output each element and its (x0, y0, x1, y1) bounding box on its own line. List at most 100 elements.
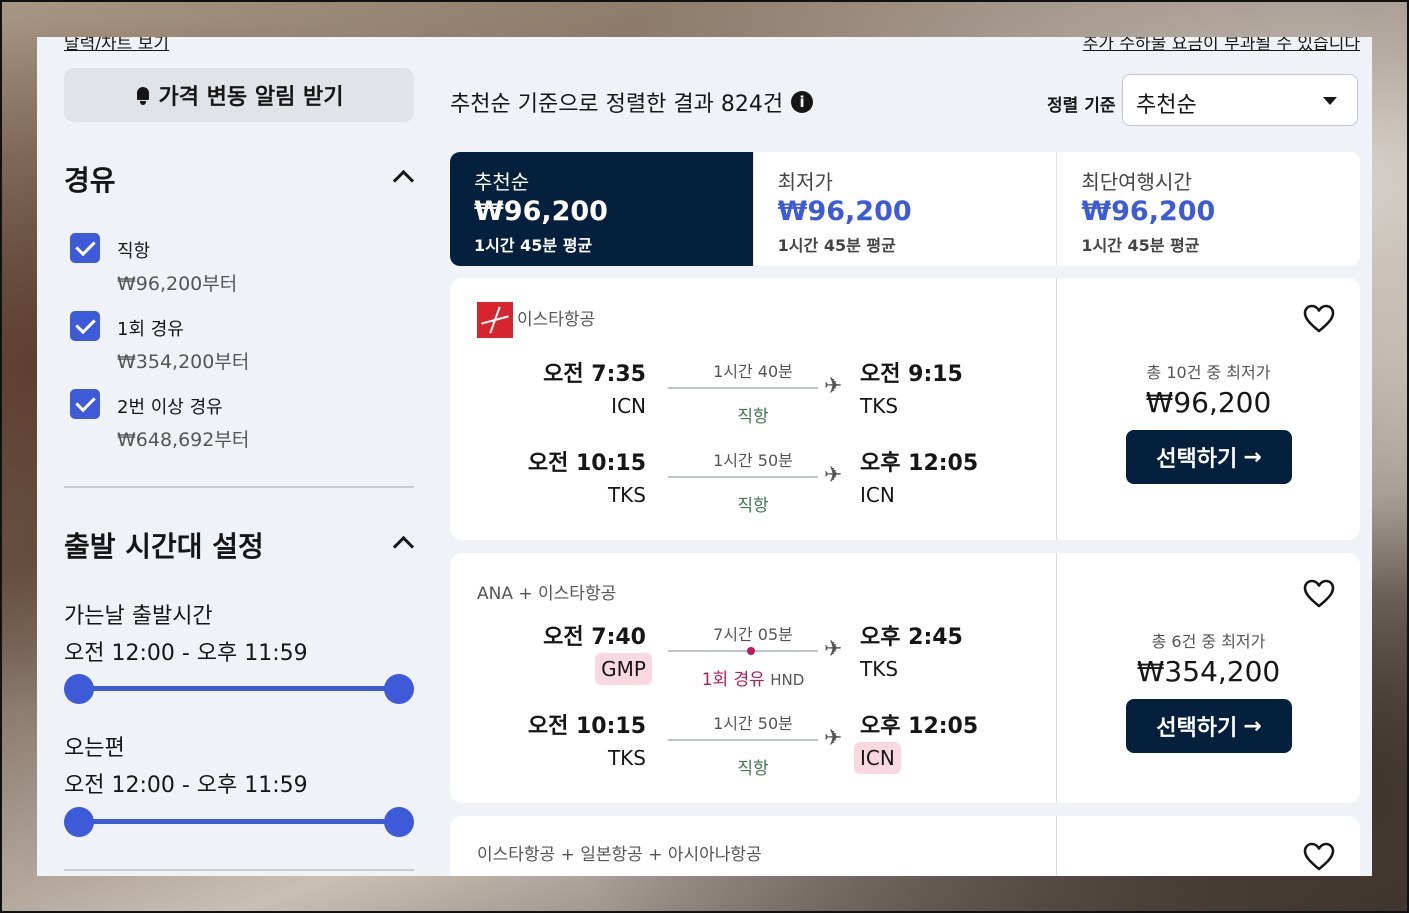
departure-time: 오전 7:40 (543, 625, 646, 650)
return-time-label: 오는편 (64, 736, 125, 761)
tab-fastest[interactable]: 최단여행시간 ₩96,200 1시간 45분 평균 (1056, 152, 1360, 266)
lowest-price: ₩96,200 (1145, 386, 1272, 419)
departure-time: 오전 7:35 (543, 362, 646, 387)
arrow-right-icon: → (1243, 713, 1262, 739)
baggage-fee-notice-link[interactable]: 추가 수하물 요금이 부과될 수 있습니다 (1083, 37, 1360, 54)
stop-option-label: 직항 (117, 241, 151, 262)
stop-option-price: ₩648,692부터 (117, 429, 250, 451)
stop-info: 직항 (737, 759, 769, 779)
return-time-range: 오전 12:00 - 오후 11:59 (64, 773, 308, 798)
flight-duration: 1시간 50분 (713, 451, 793, 470)
airline-label: 이스타항공 (517, 310, 596, 330)
departure-airport: ICN (611, 394, 646, 418)
heart-icon[interactable] (1303, 842, 1335, 872)
divider (64, 869, 414, 871)
stop-info: 직항 (737, 496, 769, 516)
arrival-time: 오후 12:05 (860, 714, 979, 739)
layover-dot (747, 647, 755, 655)
return-slider-min-handle[interactable] (64, 807, 94, 837)
plane-icon: ✈ (824, 726, 843, 751)
arrow-right-icon: → (1243, 444, 1262, 470)
flight-duration: 1시간 40분 (713, 362, 793, 381)
price-section: 총 10건 중 최저가 ₩96,200 선택하기 → (1056, 278, 1360, 540)
price-section: 총 6건 중 최저가 ₩354,200 선택하기 → (1056, 553, 1360, 803)
arrival-airport-code: ICN (854, 742, 901, 774)
sort-label: 정렬 기준 (1047, 96, 1116, 116)
outbound-slider-track[interactable] (79, 686, 399, 691)
flight-result-card[interactable]: ANA + 이스타항공 오전 7:40 GMP 7시간 05분 ✈ 1회 경유 … (450, 553, 1360, 803)
heart-icon[interactable] (1303, 304, 1335, 334)
deal-count-text: 총 10건 중 최저가 (1146, 363, 1271, 382)
select-button[interactable]: 선택하기 → (1126, 430, 1292, 484)
sort-selected-value: 추천순 (1136, 93, 1197, 118)
return-slider-max-handle[interactable] (384, 807, 414, 837)
sort-select[interactable]: 추천순 (1122, 74, 1358, 126)
tab-price: ₩96,200 (1081, 196, 1216, 227)
departure-airport-code: GMP (595, 653, 652, 685)
outbound-slider-min-handle[interactable] (64, 674, 94, 704)
search-results-panel: 달력/차트 보기 가격 변동 알림 받기 경유 직항 ₩96,200부터 1회 … (37, 37, 1372, 876)
bell-icon (135, 85, 151, 105)
itinerary-section: ANA + 이스타항공 오전 7:40 GMP 7시간 05분 ✈ 1회 경유 … (450, 553, 1056, 803)
calendar-chart-link[interactable]: 달력/차트 보기 (64, 37, 169, 54)
tab-name: 추천순 (474, 170, 530, 194)
plane-icon: ✈ (824, 463, 843, 488)
itinerary-section: 이스타항공 오전 7:35 ICN 1시간 40분 ✈ 직항 오전 9:15 T… (450, 278, 1056, 540)
plane-icon: ✈ (824, 637, 843, 662)
plane-icon: ✈ (824, 374, 843, 399)
price-section (1056, 816, 1360, 876)
chevron-up-icon[interactable] (392, 535, 415, 558)
tab-price: ₩96,200 (777, 196, 912, 227)
stop-info: 1회 경유 HND (668, 665, 838, 690)
arrival-time: 오후 12:05 (860, 451, 979, 476)
check-icon[interactable] (70, 389, 100, 419)
heart-icon[interactable] (1303, 579, 1335, 609)
flight-duration: 7시간 05분 (713, 625, 793, 644)
airline-name: ANA + 이스타항공 (477, 584, 617, 604)
tab-name: 최단여행시간 (1081, 170, 1192, 194)
return-slider-track[interactable] (79, 819, 399, 824)
info-icon[interactable]: i (791, 91, 814, 113)
select-button[interactable]: 선택하기 → (1126, 699, 1292, 753)
tab-cheapest[interactable]: 최저가 ₩96,200 1시간 45분 평균 (752, 152, 1057, 266)
layover-airport: HND (770, 671, 805, 689)
price-alert-button[interactable]: 가격 변동 알림 받기 (64, 68, 414, 122)
return-leg: 오전 10:15 TKS 1시간 50분 ✈ 직항 오후 12:05 ICN (450, 708, 1056, 788)
stop-option-price: ₩354,200부터 (117, 351, 250, 373)
flight-result-card[interactable]: 이스타항공 오전 7:35 ICN 1시간 40분 ✈ 직항 오전 9:15 T… (450, 278, 1360, 540)
check-icon[interactable] (70, 233, 100, 263)
tab-price: ₩96,200 (474, 196, 608, 227)
check-icon[interactable] (70, 311, 100, 341)
deal-count-text: 총 6건 중 최저가 (1151, 632, 1266, 651)
departure-time: 오전 10:15 (527, 451, 646, 476)
stop-option-label: 1회 경유 (117, 319, 184, 340)
time-filter-title: 출발 시간대 설정 (64, 530, 264, 563)
flight-duration: 1시간 50분 (713, 714, 793, 733)
tab-best[interactable]: 추천순 ₩96,200 1시간 45분 평균 (450, 152, 753, 266)
airline-logo (477, 302, 513, 338)
tab-duration: 1시간 45분 평균 (474, 236, 593, 255)
tab-duration: 1시간 45분 평균 (777, 236, 896, 255)
results-count: 추천순 기준으로 정렬한 결과 824건 i (450, 86, 814, 118)
itinerary-section: 이스타항공 + 일본항공 + 아시아나항공 (450, 816, 1056, 876)
results-count-text: 추천순 기준으로 정렬한 결과 824건 (450, 92, 784, 117)
outbound-leg: 오전 7:35 ICN 1시간 40분 ✈ 직항 오전 9:15 TKS (450, 356, 1056, 436)
caret-down-icon (1323, 97, 1337, 105)
route-line (668, 476, 818, 478)
stop-info: 직항 (737, 407, 769, 427)
outbound-time-label: 가는날 출발시간 (64, 604, 213, 629)
divider (64, 486, 414, 488)
chevron-up-icon[interactable] (392, 169, 415, 192)
outbound-leg: 오전 7:40 GMP 7시간 05분 ✈ 1회 경유 HND 오후 2:45 … (450, 619, 1056, 699)
arrival-airport: TKS (860, 394, 899, 418)
stop-option-price: ₩96,200부터 (117, 273, 238, 295)
route-line (668, 739, 818, 741)
tab-name: 최저가 (777, 170, 833, 194)
departure-airport: TKS (607, 746, 646, 770)
route-line (668, 387, 818, 389)
arrival-airport: ICN (860, 483, 895, 507)
select-button-label: 선택하기 (1156, 447, 1238, 472)
outbound-slider-max-handle[interactable] (384, 674, 414, 704)
flight-result-card[interactable]: 이스타항공 + 일본항공 + 아시아나항공 (450, 816, 1360, 876)
route-line (668, 650, 818, 652)
